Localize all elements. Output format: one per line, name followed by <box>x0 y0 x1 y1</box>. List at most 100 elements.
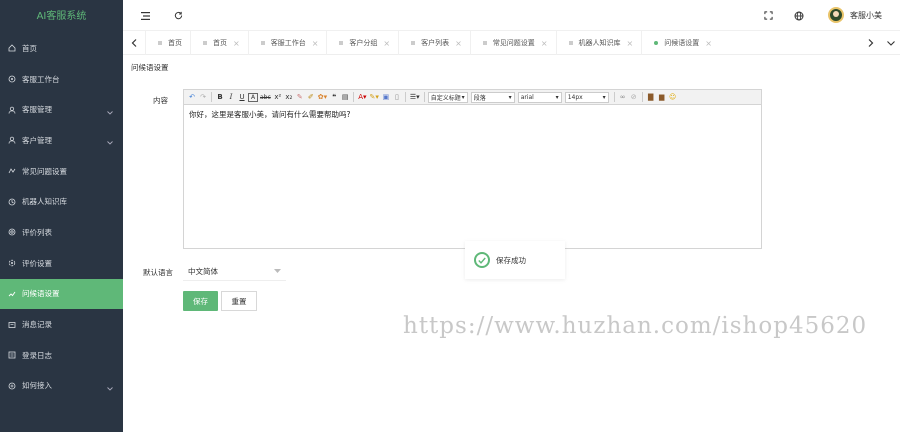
image-icon[interactable]: ▇ <box>646 92 656 103</box>
font-border-icon[interactable]: A <box>248 92 258 102</box>
sidebar-item-label: 消息记录 <box>22 320 52 330</box>
tab-close-icon[interactable]: × <box>541 39 548 48</box>
strikethrough-icon[interactable]: abc <box>259 92 272 103</box>
fullscreen-icon[interactable] <box>760 0 776 31</box>
tab-label: 机器人知识库 <box>578 39 621 47</box>
highlight-color-icon[interactable]: ✎▾ <box>369 92 380 103</box>
bold-icon[interactable]: B <box>215 92 225 103</box>
sidebar-item[interactable]: 问候语设置 <box>0 278 123 310</box>
superscript-icon[interactable]: x² <box>273 92 283 103</box>
refresh-icon[interactable] <box>170 0 186 31</box>
connect-icon <box>7 381 16 390</box>
sidebar-item[interactable]: 评价设置 <box>0 248 123 279</box>
tab-dropdown-icon[interactable] <box>882 31 900 55</box>
user-name: 客服小美 <box>850 10 882 20</box>
emoji-icon[interactable]: ☺ <box>668 92 678 103</box>
tab-close-icon[interactable]: × <box>705 39 712 48</box>
custom-style-select[interactable]: 自定义标题 ▾ <box>427 91 468 103</box>
top-header: 客服小美 <box>123 0 900 31</box>
log-icon <box>7 351 16 360</box>
italic-icon[interactable]: I <box>226 92 236 103</box>
link-icon[interactable]: ∞ <box>618 92 628 103</box>
sidebar-item[interactable]: 机器人知识库 <box>0 186 123 217</box>
editor-toolbar: ↶ ↷ B I U A abc x² x₂ ✎ ✐ ✿▾ ❝ ▤ A▾ ✎▾ ▣… <box>184 90 761 105</box>
sidebar-item[interactable]: 客服管理 <box>0 94 123 125</box>
sidebar-item[interactable]: 客户管理 <box>0 125 123 156</box>
user-icon <box>7 105 16 114</box>
sidebar-item[interactable]: 常见问题设置 <box>0 156 123 187</box>
tab-label: 常见问题设置 <box>492 39 535 47</box>
sidebar-item-label: 常见问题设置 <box>22 166 67 176</box>
sidebar-item[interactable]: 消息记录 <box>0 309 123 340</box>
menu-toggle-icon[interactable] <box>137 0 153 31</box>
redo-icon[interactable]: ↷ <box>198 92 208 103</box>
user-menu[interactable]: 客服小美 <box>828 5 882 25</box>
workbench-icon <box>7 75 16 84</box>
line-height-icon[interactable]: ☰▾ <box>409 92 421 103</box>
question-icon <box>7 167 16 176</box>
tab-dot-icon <box>568 41 573 45</box>
tab-close-icon[interactable]: × <box>233 39 240 48</box>
tab-item[interactable]: 客服工作台 × <box>247 31 327 55</box>
undo-icon[interactable]: ↶ <box>187 92 197 103</box>
tab-item[interactable]: 首页 <box>145 31 190 55</box>
tab-item[interactable]: 客户分组 × <box>326 31 398 55</box>
sidebar-item[interactable]: 登录日志 <box>0 340 123 371</box>
tab-label: 客服工作台 <box>270 39 306 47</box>
sidebar-item[interactable]: 评价列表 <box>0 217 123 248</box>
paste-text-icon[interactable]: ▤ <box>340 92 350 103</box>
tab-item[interactable]: 机器人知识库 × <box>555 31 642 55</box>
sidebar-item-label: 评价设置 <box>22 258 52 268</box>
tab-close-icon[interactable]: × <box>312 39 319 48</box>
tab-item[interactable]: 问候语设置 × <box>641 31 720 55</box>
font-size-select[interactable]: 14px ▾ <box>564 91 609 103</box>
watermark-text: https://www.huzhan.com/ishop45620 <box>403 313 868 339</box>
tab-dot-icon <box>654 41 659 45</box>
rich-text-editor[interactable]: ↶ ↷ B I U A abc x² x₂ ✎ ✐ ✿▾ ❝ ▤ A▾ ✎▾ ▣… <box>183 89 762 249</box>
auto-format-icon[interactable]: ✿▾ <box>317 92 328 103</box>
sidebar-item[interactable]: 如何接入 <box>0 371 123 402</box>
multi-image-icon[interactable]: ▆ <box>657 92 667 103</box>
sidebar-item[interactable]: 首页 <box>0 33 123 64</box>
settings-icon <box>7 259 16 268</box>
chevron-down-icon <box>274 269 281 273</box>
tab-close-icon[interactable]: × <box>383 39 390 48</box>
tab-item[interactable]: 首页 × <box>190 31 248 55</box>
subscript-icon[interactable]: x₂ <box>284 92 294 103</box>
reset-button[interactable]: 重置 <box>221 291 257 311</box>
tab-dot-icon <box>339 41 344 45</box>
default-language-select[interactable]: 中文简体 <box>183 262 286 281</box>
brand-logo: AI客服系统 <box>36 11 87 22</box>
sidebar-item[interactable]: 客服工作台 <box>0 64 123 95</box>
sidebar-item-label: 评价列表 <box>22 227 52 237</box>
tab-scroll-left-icon[interactable] <box>125 31 143 55</box>
tab-close-icon[interactable]: × <box>455 39 462 48</box>
format-brush-icon[interactable]: ✐ <box>306 92 316 103</box>
tab-label: 客户分组 <box>349 39 378 47</box>
avatar <box>828 7 844 23</box>
tab-scroll-right-icon[interactable] <box>862 31 880 55</box>
save-button[interactable]: 保存 <box>183 291 218 311</box>
underline-icon[interactable]: U <box>237 92 247 103</box>
font-family-select[interactable]: arial ▾ <box>517 91 562 103</box>
tab-dot-icon <box>158 41 162 45</box>
tab-item[interactable]: 客户列表 × <box>398 31 470 55</box>
unlink-icon[interactable]: ⊘ <box>629 92 639 103</box>
content-label: 内容 <box>153 96 168 105</box>
sidebar-item-label: 机器人知识库 <box>22 197 67 207</box>
font-color-icon[interactable]: A▾ <box>357 92 367 103</box>
clear-doc-icon[interactable]: ▯ <box>392 92 402 103</box>
editor-content[interactable]: 你好，这里是客服小美，请问有什么需要帮助吗? <box>184 105 761 124</box>
main-content: 问候语设置 内容 ↶ ↷ B I U A abc x² x₂ ✎ ✐ ✿▾ ❝ … <box>123 55 900 432</box>
select-all-icon[interactable]: ▣ <box>381 92 391 103</box>
tab-dot-icon <box>411 41 416 45</box>
tab-item[interactable]: 常见问题设置 × <box>469 31 556 55</box>
language-globe-icon[interactable] <box>791 0 807 31</box>
toast-text: 保存成功 <box>496 255 526 265</box>
tab-close-icon[interactable]: × <box>627 39 634 48</box>
sidebar-item-label: 问候语设置 <box>22 289 60 299</box>
tab-label: 客户列表 <box>421 39 450 47</box>
paragraph-select[interactable]: 段落 ▾ <box>470 91 515 103</box>
eraser-icon[interactable]: ✎ <box>295 92 305 103</box>
blockquote-icon[interactable]: ❝ <box>329 92 339 103</box>
